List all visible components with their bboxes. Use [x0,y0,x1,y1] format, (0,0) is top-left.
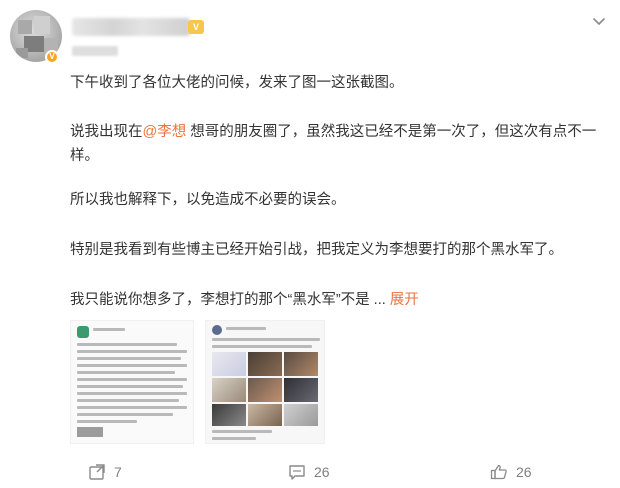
post-meta-blurred [72,46,118,56]
repost-count: 7 [114,464,122,480]
like-count: 26 [516,464,532,480]
verified-badge-icon: V [45,50,59,64]
post-image-2[interactable] [205,320,325,444]
post-paragraph-3: 所以我也解释下，以免造成不必要的误会。 [70,192,346,208]
weibo-post-card: V V 下午收到了各位大佬的问候，发来了图一这张截图。 说我出现在@李想 想哥的… [0,0,620,488]
username-blurred[interactable] [72,18,190,36]
post-image-1[interactable] [70,320,194,444]
post-text: 说我出现在 [70,124,143,140]
thumbs-up-icon [490,464,507,480]
mention-link[interactable]: @李想 [143,124,187,140]
like-button[interactable]: 26 [490,463,532,481]
post-text: 我只能说你想多了，李想打的那个“黑水军”不是 ... [70,292,386,308]
expand-link[interactable]: 展开 [390,292,419,308]
post-paragraph-1: 下午收到了各位大佬的问候，发来了图一这张截图。 [70,75,404,91]
comment-count: 26 [314,464,330,480]
repost-icon [89,464,105,480]
post-paragraph-4: 特别是我看到有些博主已经开始引战，把我定义为李想要打的那个黑水军了。 [70,242,563,258]
post-paragraph-2: 说我出现在@李想 想哥的朋友圈了，虽然我这已经不是第一次了，但这次有点不一样。 [70,120,600,168]
chevron-down-icon[interactable] [590,12,608,30]
vip-badge-icon: V [188,20,204,34]
comment-icon [289,465,305,480]
comment-button[interactable]: 26 [288,463,330,481]
repost-button[interactable]: 7 [88,463,122,481]
post-paragraph-5: 我只能说你想多了，李想打的那个“黑水军”不是 ... 展开 [70,288,600,312]
